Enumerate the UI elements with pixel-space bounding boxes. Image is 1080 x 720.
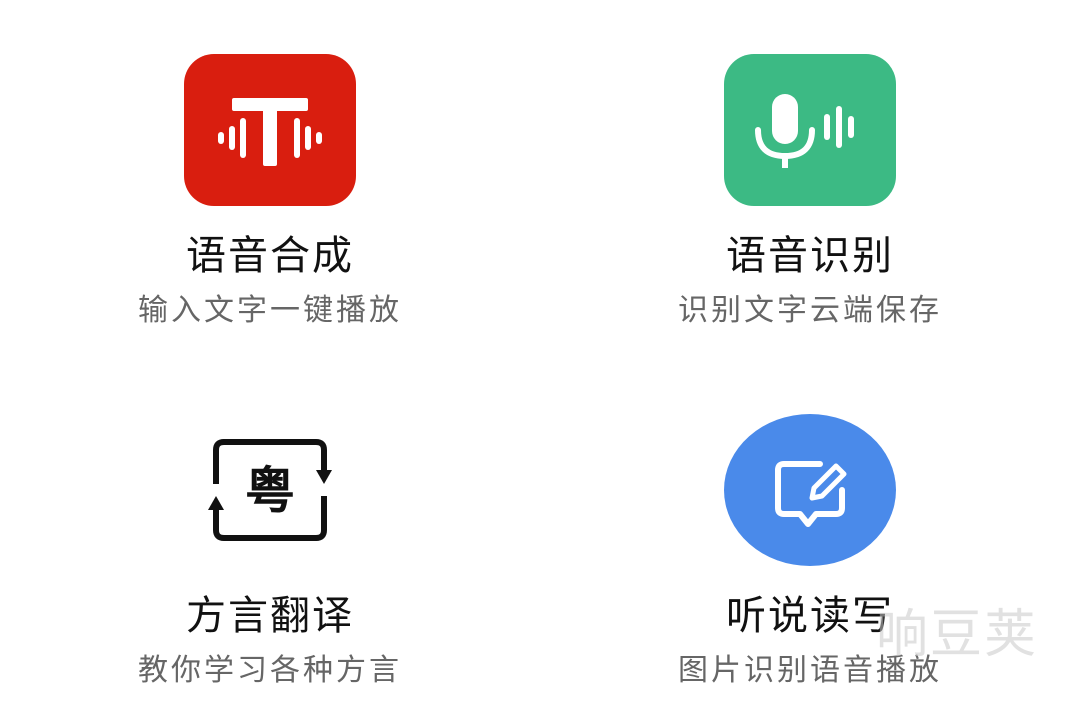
feature-title: 语音识别	[726, 233, 894, 279]
feature-subtitle: 教你学习各种方言	[138, 653, 402, 688]
feature-title: 方言翻译	[186, 593, 354, 639]
feature-title: 语音合成	[186, 233, 354, 279]
feature-title: 听说读写	[726, 593, 894, 639]
edit-message-icon[interactable]	[724, 414, 896, 566]
feature-subtitle: 识别文字云端保存	[678, 293, 942, 328]
text-to-speech-icon[interactable]	[184, 54, 356, 206]
feature-card-text-to-speech[interactable]: 语音合成 输入文字一键播放	[60, 54, 480, 330]
cantonese-dialect-icon[interactable]: 粤	[184, 414, 356, 566]
feature-grid: 语音合成 输入文字一键播放 语音识别 识别文字云端保存 粤 方言翻译 教你学习各…	[0, 0, 1080, 720]
feature-subtitle: 输入文字一键播放	[138, 293, 402, 328]
feature-card-dialect-translation[interactable]: 粤 方言翻译 教你学习各种方言	[60, 414, 480, 690]
dialect-character: 粤	[245, 461, 295, 520]
feature-subtitle: 图片识别语音播放	[678, 653, 942, 688]
feature-card-listen-speak-read-write[interactable]: 听说读写 图片识别语音播放	[600, 414, 1020, 690]
feature-card-speech-recognition[interactable]: 语音识别 识别文字云端保存	[600, 54, 1020, 330]
microphone-waveform-icon[interactable]	[724, 54, 896, 206]
